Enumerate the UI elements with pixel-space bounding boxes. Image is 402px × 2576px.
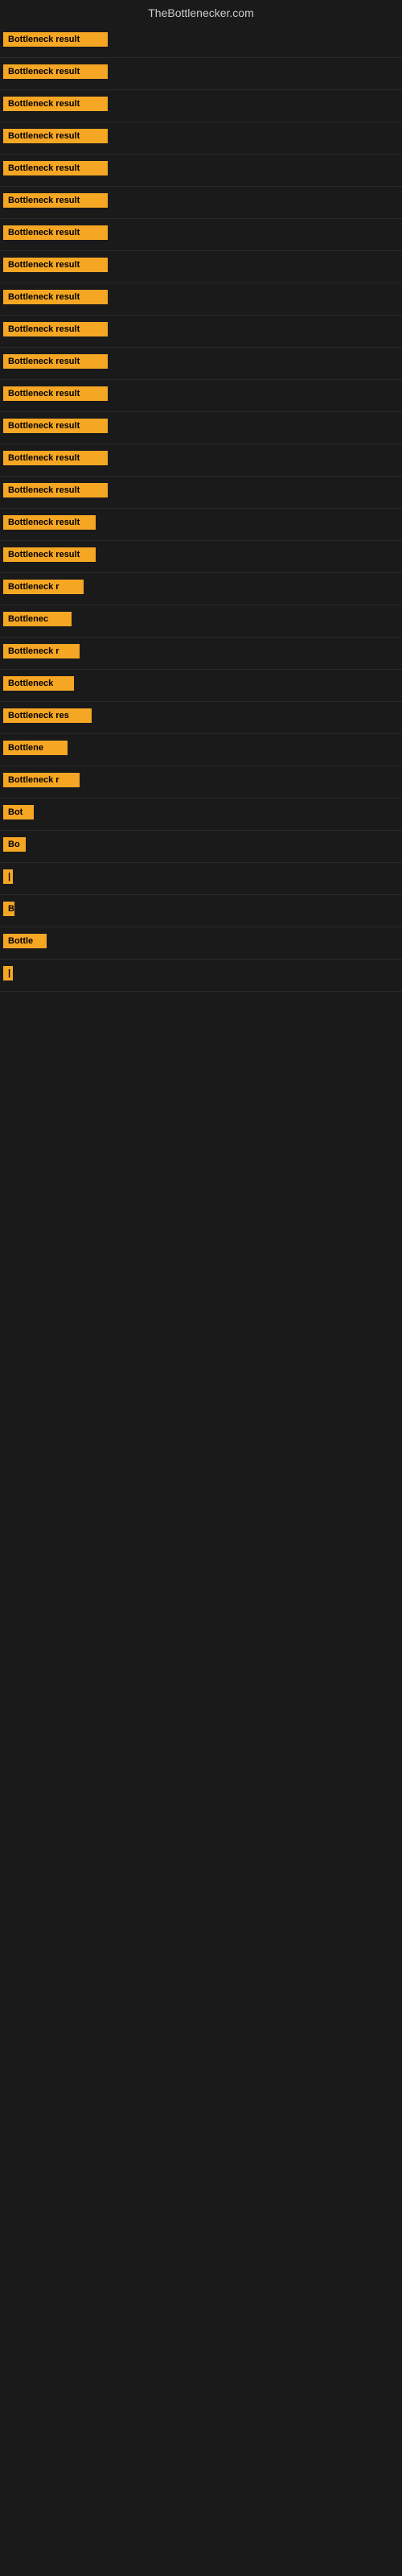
bottleneck-result-bar[interactable]: Bottleneck result xyxy=(3,290,108,304)
list-item: Bottleneck result xyxy=(0,26,402,58)
bottleneck-result-bar[interactable]: Bottlenec xyxy=(3,612,72,626)
list-item: Bottleneck result xyxy=(0,509,402,541)
bottleneck-result-bar[interactable]: Bottleneck r xyxy=(3,644,80,658)
list-item: B xyxy=(0,895,402,927)
list-item: Bottleneck result xyxy=(0,412,402,444)
bottleneck-result-bar[interactable]: Bottleneck result xyxy=(3,322,108,336)
bottleneck-result-bar[interactable]: B xyxy=(3,902,14,916)
list-item: Bottleneck result xyxy=(0,477,402,509)
list-item: Bottleneck result xyxy=(0,90,402,122)
list-item: Bottlene xyxy=(0,734,402,766)
bottleneck-result-bar[interactable]: Bottleneck result xyxy=(3,258,108,272)
bottleneck-result-bar[interactable]: Bo xyxy=(3,837,26,852)
list-item: Bottleneck result xyxy=(0,219,402,251)
list-item: Bottleneck result xyxy=(0,58,402,90)
bottleneck-result-bar[interactable]: Bottlene xyxy=(3,741,68,755)
bottleneck-result-bar[interactable]: Bottleneck result xyxy=(3,32,108,47)
bottleneck-result-bar[interactable]: Bottleneck result xyxy=(3,386,108,401)
bottleneck-result-bar[interactable]: Bottleneck xyxy=(3,676,74,691)
bottleneck-result-bar[interactable]: Bottleneck result xyxy=(3,515,96,530)
bottleneck-result-bar[interactable]: Bottleneck result xyxy=(3,193,108,208)
bottleneck-result-bar[interactable]: | xyxy=(3,966,13,980)
list-item: Bottleneck result xyxy=(0,541,402,573)
list-item: Bottleneck result xyxy=(0,187,402,219)
site-title: TheBottlenecker.com xyxy=(0,0,402,26)
bottleneck-result-bar[interactable]: Bottleneck result xyxy=(3,161,108,175)
bottleneck-result-bar[interactable]: Bottleneck result xyxy=(3,451,108,465)
bottleneck-result-bar[interactable]: Bottleneck result xyxy=(3,225,108,240)
list-item: Bo xyxy=(0,831,402,863)
list-item: Bottleneck r xyxy=(0,638,402,670)
list-item: Bottleneck result xyxy=(0,251,402,283)
bottleneck-result-bar[interactable]: Bottleneck result xyxy=(3,97,108,111)
list-item: Bottleneck res xyxy=(0,702,402,734)
list-item: | xyxy=(0,863,402,895)
bottleneck-result-bar[interactable]: Bottleneck r xyxy=(3,773,80,787)
list-item: Bottleneck r xyxy=(0,766,402,799)
rows-container: Bottleneck result Bottleneck result Bottle… xyxy=(0,26,402,992)
list-item: | xyxy=(0,960,402,992)
list-item: Bottleneck result xyxy=(0,380,402,412)
bottleneck-result-bar[interactable]: Bottleneck r xyxy=(3,580,84,594)
list-item: Bottleneck result xyxy=(0,444,402,477)
bottleneck-result-bar[interactable]: Bottleneck res xyxy=(3,708,92,723)
bottleneck-result-bar[interactable]: Bottleneck result xyxy=(3,419,108,433)
bottleneck-result-bar[interactable]: | xyxy=(3,869,13,884)
bottleneck-result-bar[interactable]: Bottleneck result xyxy=(3,129,108,143)
bottleneck-result-bar[interactable]: Bottleneck result xyxy=(3,354,108,369)
list-item: Bottleneck result xyxy=(0,348,402,380)
list-item: Bottleneck xyxy=(0,670,402,702)
bottleneck-result-bar[interactable]: Bottleneck result xyxy=(3,64,108,79)
list-item: Bottleneck result xyxy=(0,283,402,316)
bottleneck-result-bar[interactable]: Bot xyxy=(3,805,34,819)
list-item: Bottleneck r xyxy=(0,573,402,605)
bottleneck-result-bar[interactable]: Bottleneck result xyxy=(3,547,96,562)
bottleneck-result-bar[interactable]: Bottleneck result xyxy=(3,483,108,497)
list-item: Bottle xyxy=(0,927,402,960)
list-item: Bottleneck result xyxy=(0,122,402,155)
list-item: Bot xyxy=(0,799,402,831)
list-item: Bottleneck result xyxy=(0,155,402,187)
bottleneck-result-bar[interactable]: Bottle xyxy=(3,934,47,948)
list-item: Bottleneck result xyxy=(0,316,402,348)
list-item: Bottlenec xyxy=(0,605,402,638)
